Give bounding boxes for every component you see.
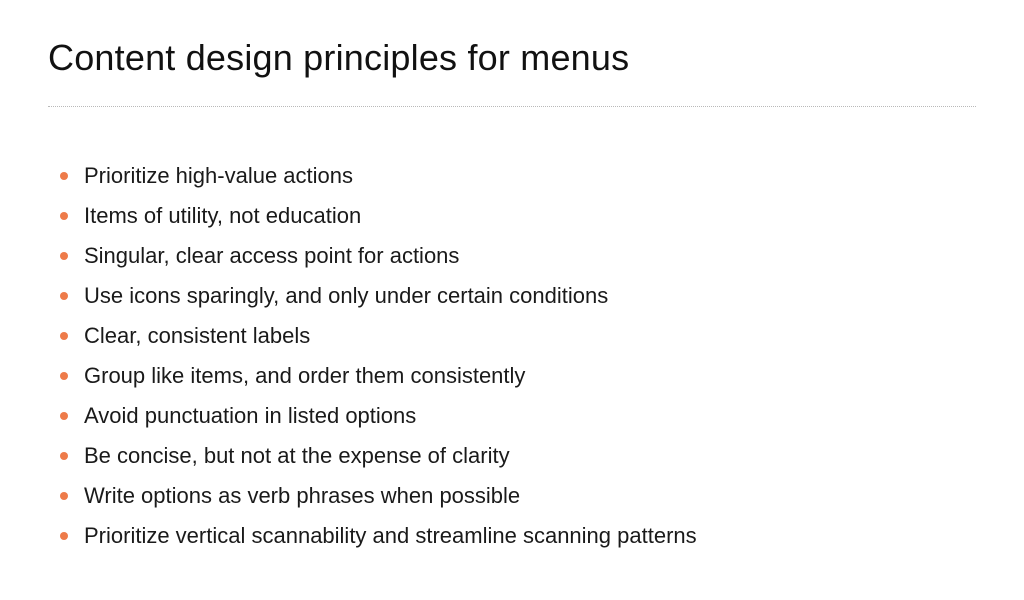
slide: Content design principles for menus Prio…: [0, 0, 1024, 600]
list-item: Items of utility, not education: [60, 196, 697, 236]
bullet-icon: [60, 292, 68, 300]
bullet-icon: [60, 492, 68, 500]
list-item: Group like items, and order them consist…: [60, 356, 697, 396]
list-item-text: Items of utility, not education: [84, 203, 362, 228]
list-item: Singular, clear access point for actions: [60, 236, 697, 276]
bullet-icon: [60, 532, 68, 540]
list-item-text: Clear, consistent labels: [84, 323, 311, 348]
list-item-text: Use icons sparingly, and only under cert…: [84, 283, 609, 308]
list-item: Clear, consistent labels: [60, 316, 697, 356]
list-item: Be concise, but not at the expense of cl…: [60, 436, 697, 476]
list-item-text: Group like items, and order them consist…: [84, 363, 526, 388]
list-item-text: Singular, clear access point for actions: [84, 243, 460, 268]
bullet-icon: [60, 172, 68, 180]
list-item-text: Avoid punctuation in listed options: [84, 403, 417, 428]
list-item-text: Prioritize high-value actions: [84, 163, 354, 188]
bullet-icon: [60, 252, 68, 260]
bullet-icon: [60, 372, 68, 380]
bullet-icon: [60, 332, 68, 340]
list-item-text: Write options as verb phrases when possi…: [84, 483, 521, 508]
title-divider: [48, 106, 976, 107]
list-item: Prioritize vertical scannability and str…: [60, 516, 697, 556]
bullet-icon: [60, 452, 68, 460]
list-item: Prioritize high-value actions: [60, 156, 697, 196]
page-title: Content design principles for menus: [48, 37, 630, 78]
list-item-text: Prioritize vertical scannability and str…: [84, 523, 697, 548]
principles-list: Prioritize high-value actions Items of u…: [60, 156, 697, 556]
bullet-icon: [60, 412, 68, 420]
list-item-text: Be concise, but not at the expense of cl…: [84, 443, 510, 468]
list-item: Write options as verb phrases when possi…: [60, 476, 697, 516]
list-item: Avoid punctuation in listed options: [60, 396, 697, 436]
list-item: Use icons sparingly, and only under cert…: [60, 276, 697, 316]
bullet-icon: [60, 212, 68, 220]
